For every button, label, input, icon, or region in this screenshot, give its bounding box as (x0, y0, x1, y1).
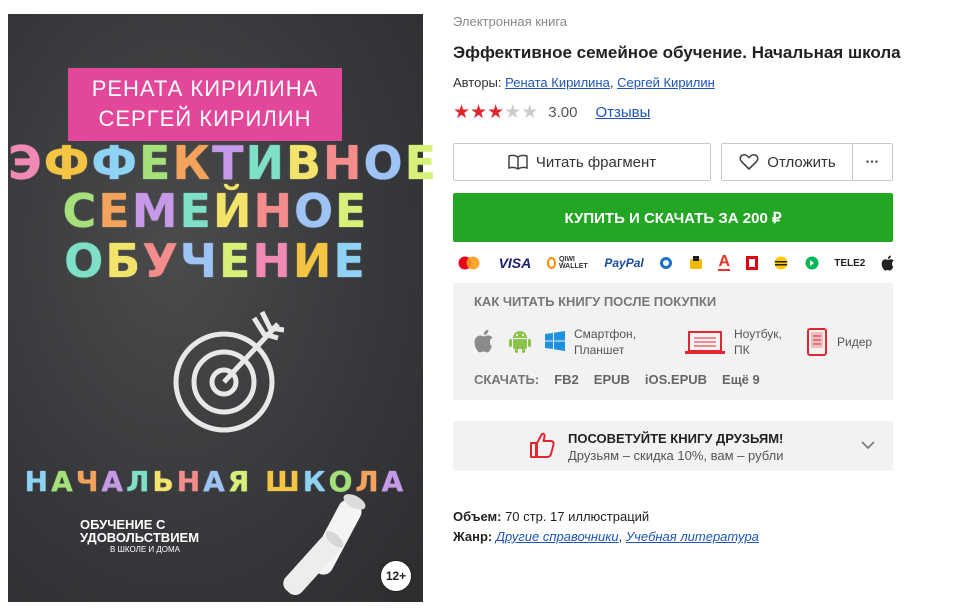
author-separator: , (609, 75, 614, 90)
mts-icon (745, 256, 758, 270)
mastercard-icon (458, 256, 480, 270)
visa-icon: VISA (498, 255, 532, 271)
authors-label: Авторы: (453, 75, 502, 90)
genre-label: Жанр: (453, 529, 493, 544)
webmoney-icon (660, 257, 673, 269)
volume-line: Объем: 70 стр. 17 иллюстраций (453, 509, 649, 524)
publisher-logo: ОБУЧЕНИЕ С УДОВОЛЬСТВИЕМ В ШКОЛЕ И ДОМА (80, 518, 199, 555)
phone-label-1: Смартфон, (574, 327, 637, 341)
megafon-icon (805, 256, 819, 270)
format-ios-epub[interactable]: iOS.EPUB (645, 372, 707, 387)
cover-authors: РЕНАТА КИРИЛИНА СЕРГЕЙ КИРИЛИН (68, 68, 342, 141)
postpone-button[interactable]: Отложить (721, 143, 853, 181)
author-link-2[interactable]: Сергей Кирилин (617, 75, 715, 90)
recommend-title: ПОСОВЕТУЙТЕ КНИГУ ДРУЗЬЯМ! (568, 431, 784, 446)
more-options-button[interactable]: ••• (852, 143, 893, 181)
android-icon[interactable] (509, 329, 531, 353)
book-open-icon (508, 154, 528, 170)
windows-icon[interactable] (545, 331, 565, 351)
how-to-read-panel: КАК ЧИТАТЬ КНИГУ ПОСЛЕ ПОКУПКИ Смартфон,… (453, 283, 893, 400)
yandex-money-icon (689, 256, 702, 269)
read-fragment-label: Читать фрагмент (535, 153, 657, 171)
phone-label-2: Планшет (574, 343, 625, 357)
format-fb2[interactable]: FB2 (554, 372, 579, 387)
star-icon[interactable]: ★ (521, 102, 538, 123)
read-fragment-button[interactable]: Читать фрагмент (453, 143, 711, 181)
tele2-icon: TELE2 (834, 257, 866, 269)
payment-methods: VISA QIWI WALLET PayPal A TELE2 (455, 252, 895, 274)
chevron-down-icon[interactable] (861, 441, 875, 450)
apple-pay-icon (881, 255, 894, 271)
reviews-link[interactable]: Отзывы (595, 104, 650, 121)
reader-label[interactable]: Ридер (837, 334, 872, 350)
recommend-subtitle: Друзьям – скидка 10%, вам – рубли (568, 448, 784, 463)
ereader-icon[interactable] (807, 328, 827, 356)
smartphone-tablet-label[interactable]: Смартфон, Планшет (574, 326, 636, 358)
laptop-icon[interactable] (685, 331, 725, 355)
target-icon (173, 310, 285, 433)
beeline-icon (774, 256, 788, 270)
apple-icon[interactable] (473, 329, 495, 353)
download-formats: СКАЧАТЬ: FB2 EPUB iOS.EPUB Ещё 9 (474, 372, 760, 387)
cover-title-line-3: ОБУЧЕНИЕ (64, 234, 367, 288)
paypal-icon: PayPal (604, 256, 644, 270)
authors-line: Авторы: Рената Кирилина, Сергей Кирилин (453, 75, 715, 90)
pc-label-2: ПК (734, 343, 750, 357)
logo-line-2: УДОВОЛЬСТВИЕМ (80, 530, 200, 545)
alfa-bank-icon: A (718, 253, 730, 271)
cover-author-1: РЕНАТА КИРИЛИНА (91, 76, 319, 101)
genre-line: Жанр: Другие справочники, Учебная литера… (453, 529, 759, 544)
format-more[interactable]: Ещё 9 (722, 372, 760, 387)
more-icon: ••• (865, 156, 880, 168)
format-epub[interactable]: EPUB (594, 372, 630, 387)
volume-value: 70 стр. 17 иллюстраций (505, 509, 650, 524)
cover-title-line-2: СЕМЕЙНОЕ (62, 184, 369, 238)
postpone-label: Отложить (767, 153, 836, 171)
cover-author-2: СЕРГЕЙ КИРИЛИН (98, 106, 312, 131)
buy-download-button[interactable]: КУПИТЬ И СКАЧАТЬ ЗА 200 ₽ (453, 193, 893, 242)
laptop-pc-label[interactable]: Ноутбук, ПК (734, 326, 782, 358)
product-type: Электронная книга (453, 14, 568, 29)
star-icon[interactable]: ★ (470, 102, 487, 123)
rating-value: 3.00 (548, 104, 578, 121)
heart-icon (739, 153, 759, 171)
age-rating-badge: 12+ (380, 560, 412, 592)
genre-link-1[interactable]: Другие справочники (496, 529, 619, 544)
logo-line-3: В ШКОЛЕ И ДОМА (110, 545, 181, 554)
book-cover[interactable]: РЕНАТА КИРИЛИНА СЕРГЕЙ КИРИЛИН ЭФФЕКТИВН… (8, 14, 439, 602)
cover-title-line-1: ЭФФЕКТИВНОЕ (8, 136, 439, 190)
volume-label: Объем: (453, 509, 502, 524)
book-title: Эффективное семейное обучение. Начальная… (453, 43, 901, 62)
download-label: СКАЧАТЬ: (474, 372, 540, 387)
qiwi-label: QIWI WALLET (558, 256, 588, 270)
thumbs-up-icon (530, 432, 555, 458)
pc-label-1: Ноутбук, (734, 327, 782, 341)
star-icon[interactable]: ★ (453, 102, 470, 123)
genre-link-2[interactable]: Учебная литература (626, 529, 759, 544)
author-link-1[interactable]: Рената Кирилина (505, 75, 610, 90)
qiwi-icon: QIWI WALLET (546, 256, 589, 270)
rating-stars: ★★★★★ (453, 103, 538, 122)
recommend-panel[interactable]: ПОСОВЕТУЙТЕ КНИГУ ДРУЗЬЯМ! Друзьям – ски… (453, 421, 893, 471)
how-to-read-header: КАК ЧИТАТЬ КНИГУ ПОСЛЕ ПОКУПКИ (474, 294, 717, 309)
star-icon[interactable]: ★ (487, 102, 504, 123)
star-icon[interactable]: ★ (504, 102, 521, 123)
rating: ★★★★★ 3.00 Отзывы (453, 103, 650, 122)
